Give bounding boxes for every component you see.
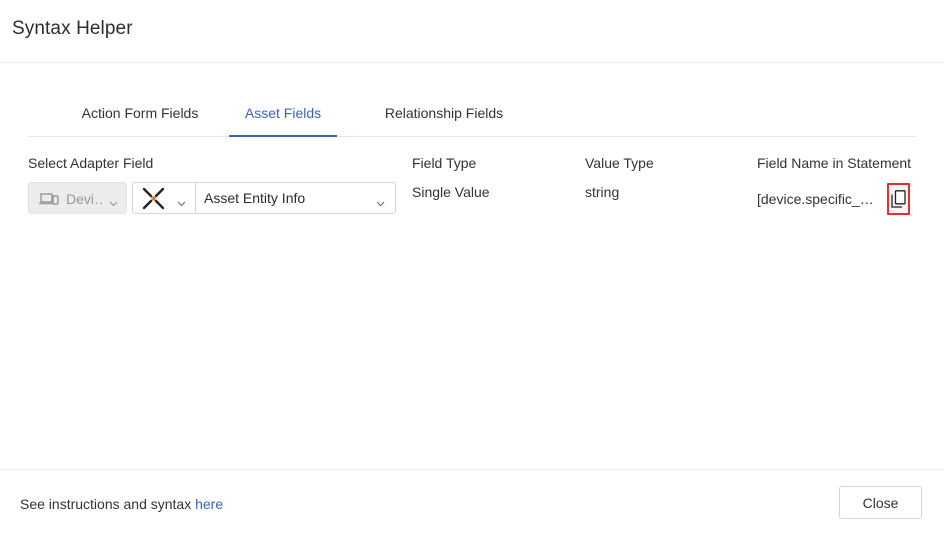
column-label-adapter-field: Select Adapter Field [28, 155, 154, 171]
chevron-down-icon [109, 194, 118, 212]
footer-instructions-text: See instructions and syntax [20, 496, 196, 512]
tab-action-form-fields[interactable]: Action Form Fields [46, 96, 234, 137]
dialog-header: Syntax Helper [0, 0, 944, 63]
tab-bar: Action Form Fields Asset Fields Relation… [28, 96, 916, 137]
footer-instructions: See instructions and syntax here [20, 496, 223, 512]
column-label-field-type: Field Type [412, 155, 477, 171]
chevron-down-icon[interactable] [376, 194, 385, 212]
dialog-title: Syntax Helper [12, 18, 133, 39]
devices-icon [39, 192, 59, 211]
adapter-field-select-group: Asset Entity Info [132, 182, 396, 214]
field-type-value: Single Value [412, 184, 490, 200]
dialog-footer: See instructions and syntax here Close [0, 469, 944, 534]
value-type-value: string [585, 184, 620, 200]
copy-button[interactable] [887, 183, 910, 215]
column-label-field-name: Field Name in Statement [757, 155, 912, 171]
entity-select[interactable]: Devi… [28, 182, 127, 214]
field-select-value[interactable]: Asset Entity Info [204, 190, 305, 206]
tab-relationship-fields[interactable]: Relationship Fields [375, 96, 513, 137]
adapter-x-icon [141, 186, 166, 216]
copy-icon [891, 190, 906, 208]
close-button[interactable]: Close [839, 486, 922, 519]
instructions-link[interactable]: here [195, 496, 223, 512]
entity-select-value: Devi… [66, 191, 102, 207]
adapter-select[interactable] [133, 183, 196, 213]
column-label-value-type: Value Type [585, 155, 654, 171]
field-name-statement: [device.specific_data.data.asset_entity_… [757, 191, 879, 207]
tab-asset-fields[interactable]: Asset Fields [229, 96, 337, 137]
chevron-down-icon [177, 194, 186, 212]
syntax-helper-dialog: Syntax Helper Action Form Fields Asset F… [0, 0, 944, 534]
